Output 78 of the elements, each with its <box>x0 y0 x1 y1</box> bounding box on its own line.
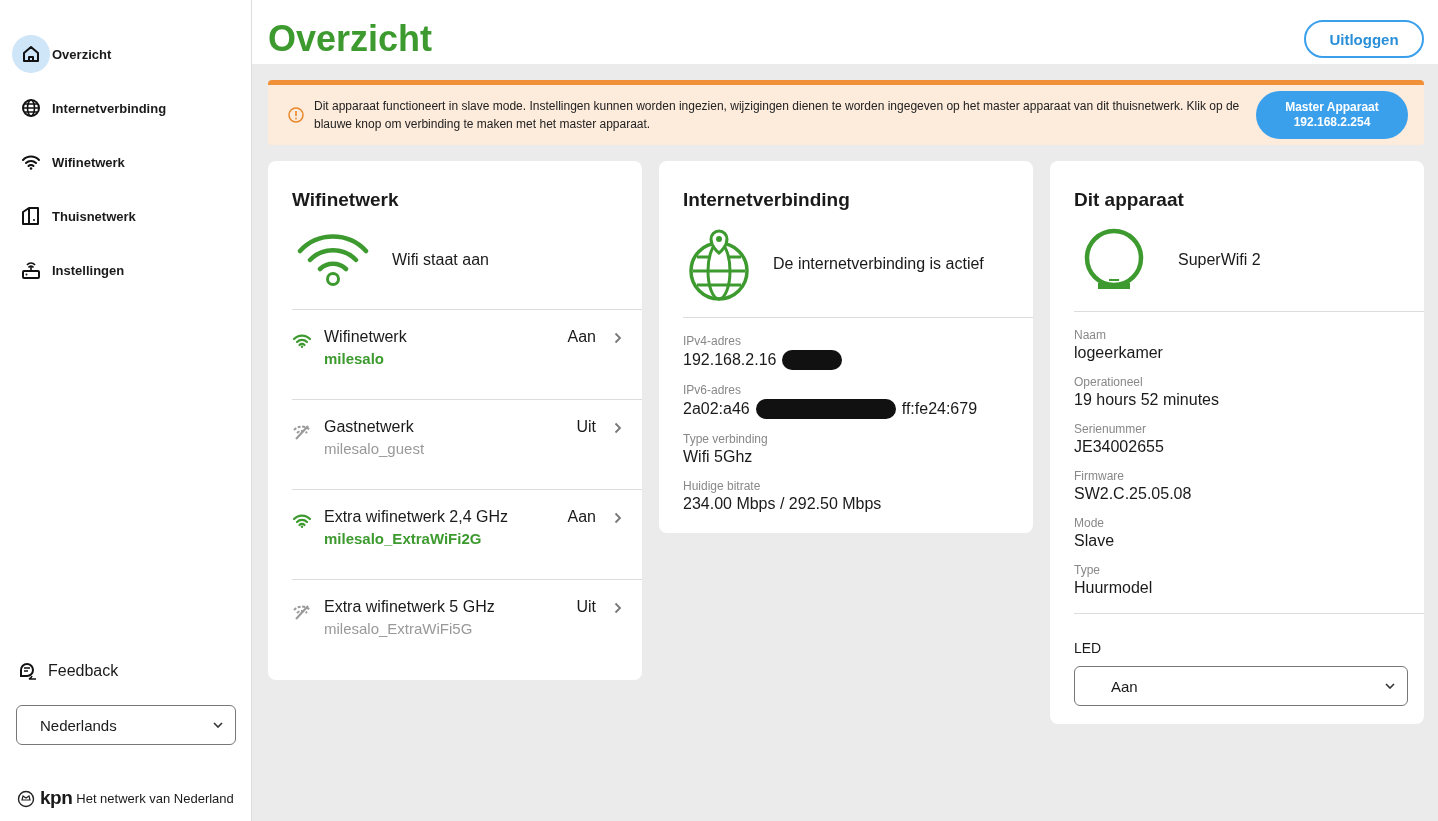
chevron-right-icon <box>614 332 622 344</box>
sidebar-item[interactable]: Thuisnetwerk <box>12 196 251 236</box>
wifi-off-icon <box>292 604 312 620</box>
field-value: JE34002655 <box>1074 438 1165 456</box>
banner-message: Dit apparaat functioneert in slave mode. Instellingen kunnen worden ingezien, wijzigingen dienen te worden ingegeven op het master apparaat van dit thuisnetwerk. Klik op de blauwe knop om verbinding te maken met het master apparaat. <box>314 98 1241 133</box>
chevron-down-icon <box>213 722 223 728</box>
field-label: Naam <box>1074 328 1107 342</box>
field-label: Operationeel <box>1074 375 1144 389</box>
field-label: Mode <box>1074 516 1106 530</box>
chat-icon <box>18 661 38 681</box>
network-name: Extra wifinetwerk 5 GHz <box>324 598 496 616</box>
wifi-network-row[interactable]: Extra wifinetwerk 5 GHz milesalo_ExtraWiFi5G Uit <box>292 580 642 670</box>
field-value: Slave <box>1074 532 1116 550</box>
sidebar-item[interactable]: Overzicht <box>12 34 251 74</box>
field-value: 192.168.2.16 <box>683 351 777 369</box>
wifi-icon <box>296 233 370 287</box>
wifi-network-row[interactable]: Gastnetwerk milesalo_guest Uit <box>292 400 642 490</box>
field-label: Serienummer <box>1074 422 1148 436</box>
network-name: Extra wifinetwerk 2,4 GHz <box>324 508 510 526</box>
network-ssid: milesalo_ExtraWiFi2G <box>324 530 483 547</box>
globe-pin-icon <box>687 227 751 301</box>
router-icon <box>21 260 41 280</box>
wifi-icon <box>21 154 41 170</box>
house-icon <box>21 206 41 226</box>
network-state: Aan <box>567 508 596 526</box>
network-state: Aan <box>567 328 596 346</box>
field-value: ff:fe24:679 <box>901 400 978 418</box>
network-name: Gastnetwerk <box>324 418 415 436</box>
field-label: IPv4-adres <box>683 334 743 348</box>
card-title: Dit apparaat <box>1074 189 1185 211</box>
redaction-mark <box>782 350 843 370</box>
wifi-icon <box>292 514 312 528</box>
sidebar-item[interactable]: Wifinetwerk <box>12 142 251 182</box>
field-value: Wifi 5Ghz <box>683 448 754 466</box>
network-ssid: milesalo_ExtraWiFi5G <box>324 620 474 637</box>
field-label: Firmware <box>1074 469 1125 483</box>
wifi-network-row[interactable]: Extra wifinetwerk 2,4 GHz milesalo_ExtraWiFi2G Aan <box>292 490 642 580</box>
chevron-down-icon <box>1385 683 1395 689</box>
globe-icon <box>21 98 41 118</box>
field-value: SW2.C.25.05.08 <box>1074 485 1193 503</box>
crown-logo-icon <box>16 788 36 808</box>
card-title: Internetverbinding <box>683 189 851 211</box>
field-value: 2a02:a46 <box>683 400 750 418</box>
language-select[interactable]: Nederlands <box>16 705 236 745</box>
wifi-status: Wifi staat aan <box>392 251 489 269</box>
card-title: Wifinetwerk <box>292 189 400 211</box>
feedback-link[interactable]: Feedback <box>16 661 235 681</box>
device-icon <box>1082 228 1146 292</box>
network-ssid: milesalo <box>324 350 386 367</box>
led-label: LED <box>1074 640 1103 656</box>
network-ssid: milesalo_guest <box>324 440 426 457</box>
home-icon <box>21 44 41 64</box>
internet-status: De internetverbinding is actief <box>773 255 984 273</box>
field-label: Type <box>1074 563 1101 577</box>
sidebar-item[interactable]: Internetverbinding <box>12 88 251 128</box>
network-state: Uit <box>576 598 596 616</box>
field-label: Type verbinding <box>683 432 769 446</box>
field-value: logeerkamer <box>1074 344 1164 362</box>
network-state: Uit <box>576 418 596 436</box>
brand-tagline: Het netwerk van Nederland <box>76 790 234 806</box>
device-model: SuperWifi 2 <box>1178 251 1261 269</box>
field-value: 19 hours 52 minutes <box>1074 391 1220 409</box>
wifi-icon <box>292 334 312 348</box>
chevron-right-icon <box>614 512 622 524</box>
led-select[interactable]: Aan <box>1074 666 1408 706</box>
wifi-network-row[interactable]: Wifinetwerk milesalo Aan <box>292 310 642 400</box>
network-name: Wifinetwerk <box>324 328 408 346</box>
wifi-off-icon <box>292 424 312 440</box>
chevron-right-icon <box>614 602 622 614</box>
warning-icon <box>288 107 304 123</box>
field-value: 234.00 Mbps / 292.50 Mbps <box>683 495 883 513</box>
chevron-right-icon <box>614 422 622 434</box>
field-value: Huurmodel <box>1074 579 1154 597</box>
field-label: IPv6-adres <box>683 383 743 397</box>
brand-logo: kpn <box>40 787 73 809</box>
field-label: Huidige bitrate <box>683 479 762 493</box>
page-title: Overzicht <box>268 18 433 60</box>
sidebar-item[interactable]: Instellingen <box>12 250 251 290</box>
